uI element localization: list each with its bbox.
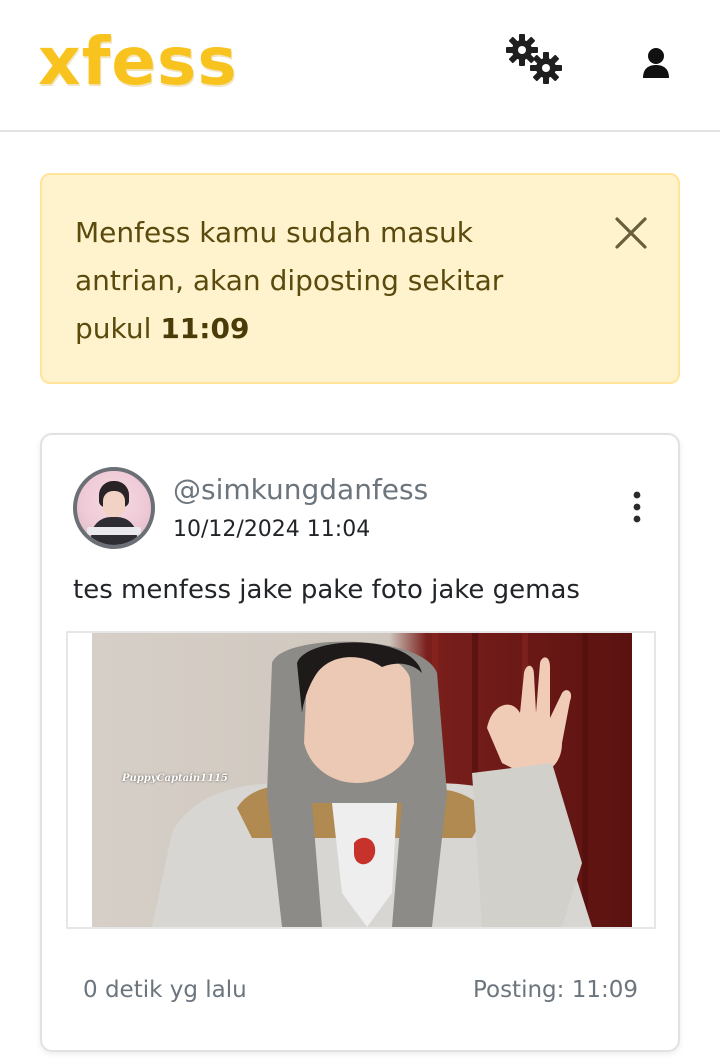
post-text: tes menfess jake pake foto jake gemas	[73, 575, 580, 605]
post-image-frame[interactable]: PuppyCaptain1115	[66, 631, 656, 929]
profile-button[interactable]	[630, 38, 682, 88]
user-icon	[643, 48, 669, 78]
avatar[interactable]	[73, 467, 155, 549]
post-image[interactable]: PuppyCaptain1115	[92, 633, 632, 927]
post-timestamp: 10/12/2024 11:04	[173, 517, 371, 542]
more-vertical-icon	[633, 491, 641, 523]
relative-time: 0 detik yg lalu	[83, 977, 247, 1003]
close-icon	[615, 217, 647, 249]
post-card: @simkungdanfess 10/12/2024 11:04 tes men…	[40, 433, 680, 1052]
post-username[interactable]: @simkungdanfess	[173, 473, 428, 506]
image-watermark: PuppyCaptain1115	[122, 773, 229, 784]
post-menu-button[interactable]	[622, 485, 652, 529]
alert-message: Menfess kamu sudah masuk antrian, akan d…	[75, 209, 545, 353]
alert-message-text: Menfess kamu sudah masuk antrian, akan d…	[75, 216, 504, 345]
gears-icon	[506, 34, 562, 84]
queue-alert: Menfess kamu sudah masuk antrian, akan d…	[40, 173, 680, 384]
top-navbar: xfess	[0, 0, 720, 132]
posting-time: Posting: 11:09	[472, 977, 638, 1003]
brand-logo[interactable]: xfess	[38, 22, 238, 102]
alert-time: 11:09	[160, 312, 250, 345]
alert-close-button[interactable]	[609, 211, 653, 255]
settings-button[interactable]	[500, 30, 570, 88]
